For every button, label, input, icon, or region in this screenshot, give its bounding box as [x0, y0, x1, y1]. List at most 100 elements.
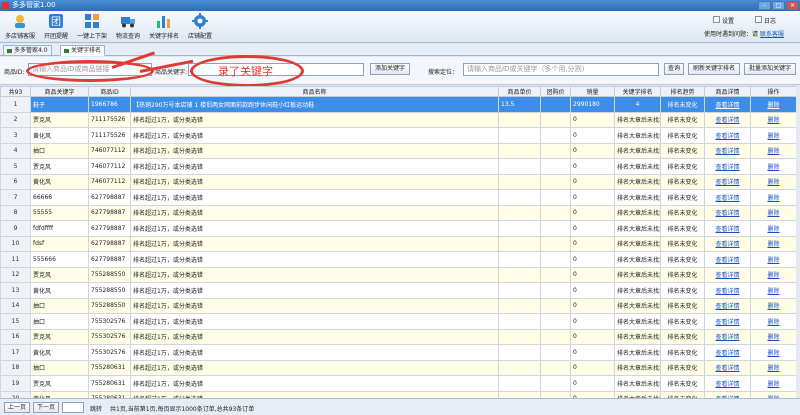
- col-price-header[interactable]: 商品单价: [498, 86, 541, 97]
- tab-manager[interactable]: 多多管家4.0: [3, 45, 52, 56]
- cell-delete-link[interactable]: 删除: [750, 390, 797, 398]
- table-row[interactable]: 8 55555 627798887 排名超过1万，或分类选错 0 排名大章后未找到 排名未变…: [0, 204, 797, 221]
- vertical-scrollbar[interactable]: [796, 86, 800, 398]
- toolbar-logistics-button[interactable]: 物流查询: [110, 13, 146, 42]
- log-icon[interactable]: [755, 16, 762, 23]
- cell-detail-link[interactable]: 查看详情: [704, 251, 751, 268]
- cell-detail-link[interactable]: 查看详情: [704, 111, 751, 128]
- table-row[interactable]: 7 66666 627798887 排名超过1万，或分类选错 0 排名大章后未找到 排名未变…: [0, 189, 797, 206]
- cell-detail-link[interactable]: 查看详情: [704, 204, 751, 221]
- col-product-name-header[interactable]: 商品名称: [130, 86, 499, 97]
- cell-detail-link[interactable]: 查看详情: [704, 282, 751, 299]
- tab-keyword-rank[interactable]: 关键字排名: [60, 45, 106, 56]
- table-row[interactable]: 2 贾克风 711175526 排名超过1万，或分类选错 0 排名大章后未找到 排名未变化查…: [0, 111, 797, 128]
- table-row[interactable]: 15 抽口 755302576 排名超过1万，或分类选错 0 排名大章后未找到 排名未变化查…: [0, 313, 797, 330]
- cell-detail-link[interactable]: 查看详情: [704, 127, 751, 144]
- table-row[interactable]: 4 抽口 746077112 排名超过1万，或分类选错 0 排名大章后未找到 排名未变化 查看…: [0, 142, 797, 159]
- col-rank-header[interactable]: 关键字排名: [614, 86, 661, 97]
- cell-delete-link[interactable]: 删除: [750, 189, 797, 206]
- cell-detail-link[interactable]: 查看详情: [704, 375, 751, 392]
- toolbar-keyword-rank-button[interactable]: 关键字排名: [146, 13, 182, 42]
- table-row[interactable]: 18 抽口 755280631 排名超过1万，或分类选错 0 排名大章后未找到 排名未变化查…: [0, 359, 797, 376]
- cell-detail-link[interactable]: 查看详情: [704, 344, 751, 361]
- cell-detail-link[interactable]: 查看详情: [704, 142, 751, 159]
- col-action-header[interactable]: 操作: [750, 86, 797, 97]
- cell-delete-link[interactable]: 删除: [750, 220, 797, 237]
- col-sales-header[interactable]: 销量: [570, 86, 615, 97]
- cell-delete-link[interactable]: 删除: [750, 282, 797, 299]
- maximize-icon[interactable]: □: [772, 1, 785, 10]
- contact-support-link[interactable]: 联系客服: [760, 31, 784, 38]
- col-keyword-header[interactable]: 商品关键字: [30, 86, 89, 97]
- table-row[interactable]: 1 鞋子 1966786 【热销290万号本店铺 1 楼侣两女网面前款跑步休闲鞋小红板…: [0, 96, 797, 113]
- col-product-id-header[interactable]: 商品ID: [88, 86, 131, 97]
- cell-detail-link[interactable]: 查看详情: [704, 359, 751, 376]
- cell-delete-link[interactable]: 删除: [750, 359, 797, 376]
- cell-detail-link[interactable]: 查看详情: [704, 96, 751, 113]
- next-page-button[interactable]: 下一页: [33, 402, 59, 413]
- query-button[interactable]: 查询: [664, 63, 684, 75]
- table-row[interactable]: 11 555666 627798887 排名超过1万，或分类选错 0 排名大章后未找到 排名…: [0, 251, 797, 268]
- col-trend-header[interactable]: 排名趋势: [660, 86, 705, 97]
- jump-button[interactable]: 跳转: [90, 404, 102, 413]
- table-row[interactable]: 9 fdfdffff 627798887 排名超过1万，或分类选错 0 排名大章后未找到排…: [0, 220, 797, 237]
- col-detail-header[interactable]: 商品详情: [704, 86, 751, 97]
- page-number-input[interactable]: [62, 402, 84, 413]
- cell-delete-link[interactable]: 删除: [750, 251, 797, 268]
- cell-delete-link[interactable]: 删除: [750, 111, 797, 128]
- cell-delete-link[interactable]: 删除: [750, 344, 797, 361]
- cell-detail-link[interactable]: 查看详情: [704, 158, 751, 175]
- cell-delete-link[interactable]: 删除: [750, 266, 797, 283]
- table-row[interactable]: 20黄化风755280631排名超过1万，或分类选错 0排名大章后未找到排名未变化…: [0, 390, 797, 398]
- cell-delete-link[interactable]: 删除: [750, 96, 797, 113]
- settings-icon[interactable]: [713, 16, 720, 23]
- cell-detail-link[interactable]: 查看详情: [704, 173, 751, 190]
- cell-sales: 0: [570, 220, 615, 237]
- add-keyword-button[interactable]: 添加关键字: [370, 63, 410, 75]
- cell-delete-link[interactable]: 删除: [750, 297, 797, 314]
- toolbar-shelf-button[interactable]: 一键上下架: [74, 13, 110, 42]
- settings-link[interactable]: 设置: [722, 16, 734, 25]
- cell-delete-link[interactable]: 删除: [750, 313, 797, 330]
- table-row[interactable]: 10 fdsf 627798887 排名超过1万，或分类选错 0 排名大章后未找到 排名未变…: [0, 235, 797, 252]
- table-row[interactable]: 19 贾克风 755280631 排名超过1万，或分类选错 0 排名大章后未找到 排名未变化…: [0, 375, 797, 392]
- cell-delete-link[interactable]: 删除: [750, 127, 797, 144]
- cell-detail-link[interactable]: 查看详情: [704, 266, 751, 283]
- cell-delete-link[interactable]: 删除: [750, 142, 797, 159]
- search-locate-input[interactable]: 请输入商品ID或关键字（多个用,分割): [463, 63, 659, 76]
- table-row[interactable]: 6 黄化风 746077112 排名超过1万，或分类选错 0 排名大章后未找到 排名未变化查…: [0, 173, 797, 190]
- table-row[interactable]: 14 抽口 755288550 排名超过1万，或分类选错 0 排名大章后未找到 排名未变化查…: [0, 297, 797, 314]
- cell-delete-link[interactable]: 删除: [750, 328, 797, 345]
- cell-detail-link[interactable]: 查看详情: [704, 189, 751, 206]
- table-row[interactable]: 12 贾克风 755288550 排名超过1万，或分类选错 0 排名大章后未找到 排名未变化…: [0, 266, 797, 283]
- table-row[interactable]: 16 贾克风 755302576 排名超过1万，或分类选错 0 排名大章后未找到 排名未变化…: [0, 328, 797, 345]
- cell-delete-link[interactable]: 删除: [750, 173, 797, 190]
- log-link[interactable]: 日志: [764, 16, 776, 25]
- toolbar-shop-service-button[interactable]: 多店铺客服: [2, 13, 38, 42]
- cell-delete-link[interactable]: 删除: [750, 235, 797, 252]
- cell-sales: 0: [570, 282, 615, 299]
- cell-delete-link[interactable]: 删除: [750, 375, 797, 392]
- toolbar-group-buy-button[interactable]: 团 开团提醒: [38, 13, 74, 42]
- batch-add-keyword-button[interactable]: 批量添加关键字: [744, 63, 796, 75]
- cell-rank: 排名大章后未找到: [614, 297, 661, 314]
- close-icon[interactable]: ×: [786, 1, 799, 10]
- minimize-icon[interactable]: –: [758, 1, 771, 10]
- table-row[interactable]: 17 黄化风 755302576 排名超过1万，或分类选错 0 排名大章后未找到 排名未变化…: [0, 344, 797, 361]
- table-row[interactable]: 13 黄化风 755288550 排名超过1万，或分类选错 0 排名大章后未找到 排名未变化…: [0, 282, 797, 299]
- table-row[interactable]: 5 贾克风 746077112 排名超过1万，或分类选错 0 排名大章后未找到 排名未变化查…: [0, 158, 797, 175]
- cell-detail-link[interactable]: 查看详情: [704, 297, 751, 314]
- cell-delete-link[interactable]: 删除: [750, 158, 797, 175]
- cell-detail-link[interactable]: 查看详情: [704, 220, 751, 237]
- toolbar-shop-config-button[interactable]: 店铺配置: [182, 13, 218, 42]
- cell-price: [498, 142, 541, 159]
- cell-delete-link[interactable]: 删除: [750, 204, 797, 221]
- refresh-rank-button[interactable]: 刷新关键字排名: [688, 63, 740, 75]
- col-group-price-header[interactable]: 团购价: [540, 86, 571, 97]
- table-row[interactable]: 3 黄化风 711175526 排名超过1万，或分类选错 0 排名大章后未找到 排名未变化查…: [0, 127, 797, 144]
- cell-detail-link[interactable]: 查看详情: [704, 235, 751, 252]
- cell-detail-link[interactable]: 查看详情: [704, 390, 751, 398]
- prev-page-button[interactable]: 上一页: [4, 402, 30, 413]
- cell-detail-link[interactable]: 查看详情: [704, 328, 751, 345]
- cell-detail-link[interactable]: 查看详情: [704, 313, 751, 330]
